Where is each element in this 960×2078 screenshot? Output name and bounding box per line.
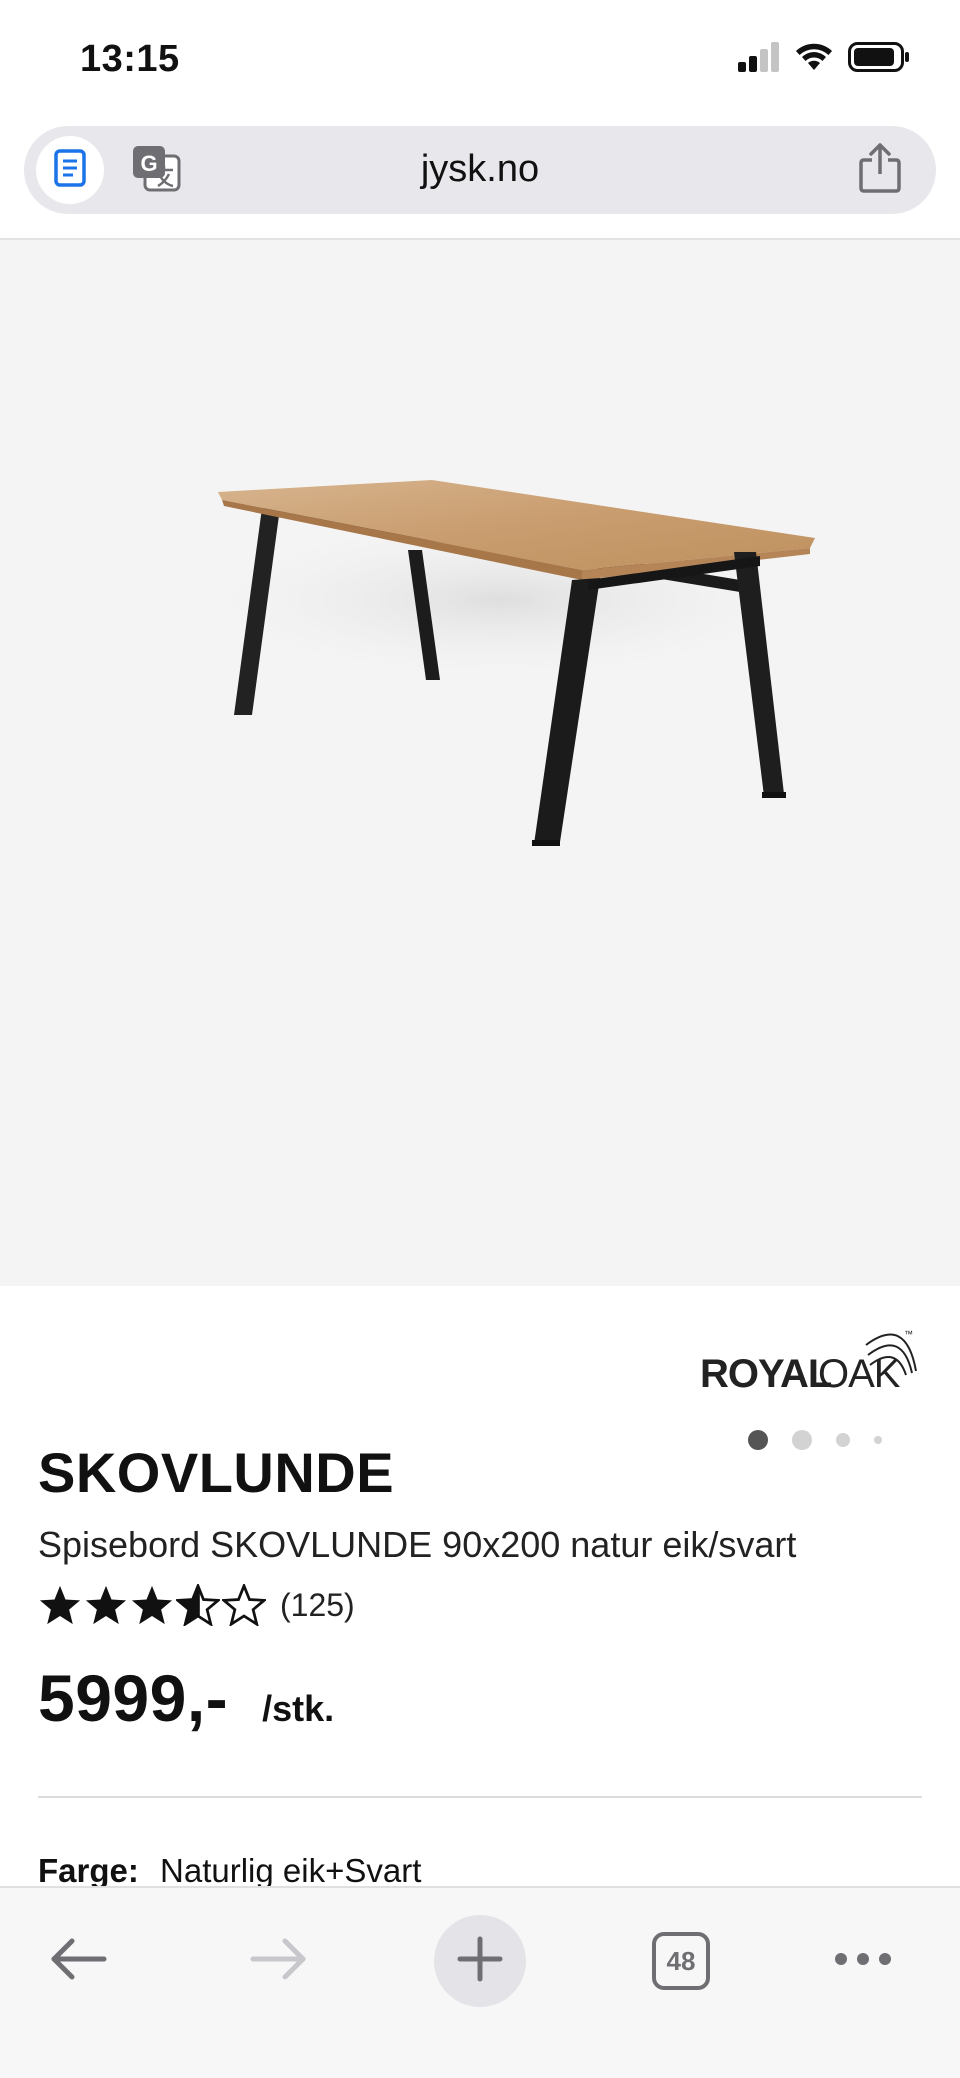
wifi-icon: [794, 42, 834, 77]
carousel-dot[interactable]: [874, 1436, 882, 1444]
plus-icon: [457, 1936, 503, 1987]
product-image: [170, 480, 830, 846]
color-value: Naturlig eik+Svart: [160, 1852, 422, 1889]
url-bar[interactable]: G jysk.no: [24, 126, 936, 214]
brand-logo-royal: ROYAL: [700, 1352, 832, 1395]
status-bar: 13:15: [0, 0, 960, 120]
status-time: 13:15: [80, 38, 180, 80]
product-rating[interactable]: (125): [38, 1584, 355, 1626]
status-icons: [738, 42, 910, 77]
svg-text:™: ™: [904, 1329, 913, 1339]
brand-logo-oak: OAK: [818, 1352, 901, 1395]
color-row: Farge: Naturlig eik+Svart: [38, 1852, 421, 1890]
carousel-dots[interactable]: [748, 1430, 906, 1450]
product-price: 5999,-: [38, 1661, 229, 1735]
price-unit: /stk.: [262, 1688, 335, 1729]
carousel-dot-active[interactable]: [748, 1430, 768, 1450]
rating-stars: [38, 1584, 266, 1626]
star-full-icon: [39, 1585, 81, 1625]
tabs-button[interactable]: 48: [626, 1906, 736, 2016]
product-image-carousel[interactable]: [0, 240, 960, 1450]
share-icon: [858, 142, 902, 199]
more-button[interactable]: [808, 1906, 918, 2016]
back-arrow-icon: [48, 1937, 108, 1986]
tab-count: 48: [652, 1932, 710, 1990]
info-divider: [38, 1796, 922, 1798]
star-empty-icon: [222, 1584, 266, 1626]
color-label: Farge:: [38, 1852, 139, 1889]
battery-icon: [848, 42, 910, 77]
forward-button[interactable]: [224, 1906, 334, 2016]
url-text[interactable]: jysk.no: [24, 148, 936, 191]
back-button[interactable]: [23, 1906, 133, 2016]
carousel-dot[interactable]: [836, 1433, 850, 1447]
carousel-dot[interactable]: [792, 1430, 812, 1450]
star-full-icon: [131, 1585, 173, 1625]
share-button[interactable]: [854, 142, 906, 199]
price-row: 5999,- /stk.: [38, 1660, 334, 1736]
star-full-icon: [85, 1585, 127, 1625]
bottom-toolbar: 48: [0, 1886, 960, 2078]
cellular-signal-icon: [738, 42, 780, 77]
review-count[interactable]: (125): [280, 1587, 355, 1624]
new-tab-button[interactable]: [434, 1915, 526, 2007]
star-half-icon: [176, 1584, 220, 1626]
brand-logo[interactable]: ROYAL OAK ™: [700, 1325, 920, 1396]
product-name: SKOVLUNDE: [38, 1441, 395, 1504]
more-icon: [834, 1952, 892, 1971]
forward-arrow-icon: [249, 1937, 309, 1986]
product-description: Spisebord SKOVLUNDE 90x200 natur eik/sva…: [38, 1524, 797, 1565]
